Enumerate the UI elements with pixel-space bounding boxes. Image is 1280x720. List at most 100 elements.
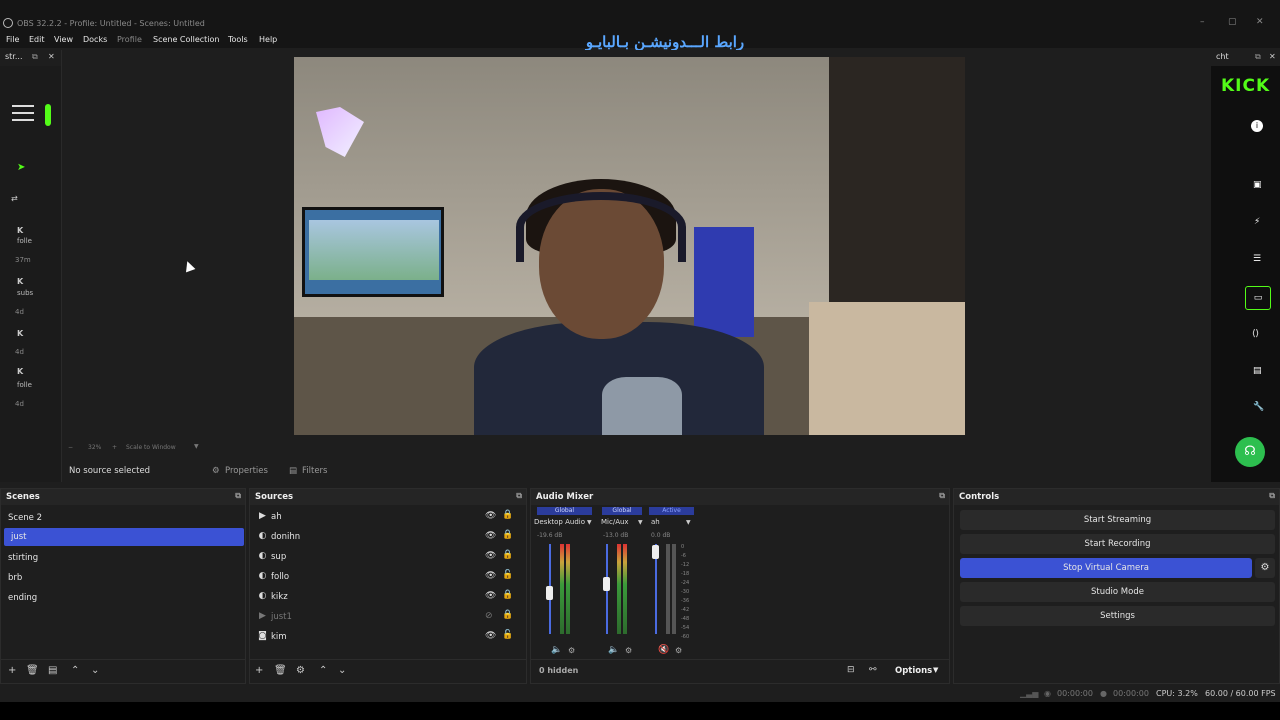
zoom-out-icon[interactable]: − — [68, 444, 73, 451]
list-icon[interactable]: ☰ — [1253, 254, 1261, 264]
options-button[interactable]: Options — [895, 666, 932, 676]
chevron-down-icon[interactable]: ▼ — [638, 519, 643, 526]
scene-item[interactable]: brb — [1, 569, 245, 587]
printer-icon[interactable]: ▤ — [1253, 366, 1262, 376]
menu-edit[interactable]: Edit — [29, 35, 45, 44]
eye-hidden-icon[interactable]: ⊘ — [485, 611, 493, 621]
volume-knob[interactable] — [652, 545, 659, 559]
menu-tools[interactable]: Tools — [228, 35, 248, 44]
scene-item[interactable]: Scene 2 — [1, 509, 245, 527]
gear-icon[interactable]: ⚙ — [296, 665, 305, 676]
scene-item-selected[interactable]: just — [4, 528, 244, 546]
speaker-muted-icon[interactable]: 🔇 — [658, 645, 669, 655]
mod-view-icon[interactable]: ▣ — [1253, 180, 1262, 190]
code-icon[interactable]: ⟨⟩ — [1252, 329, 1259, 339]
menu-view[interactable]: View — [54, 35, 73, 44]
start-recording-button[interactable]: Start Recording — [960, 534, 1275, 554]
float-icon[interactable]: ⧉ — [1255, 52, 1261, 62]
lock-icon[interactable]: 🔒 — [502, 610, 513, 620]
popout-icon[interactable]: ⧉ — [1269, 491, 1275, 501]
hamburger-menu-icon[interactable] — [12, 105, 34, 121]
audio-mixer-toolbar: 0 hidden ⊟ ⚯ Options ▼ — [531, 659, 949, 683]
chevron-down-icon[interactable]: ▼ — [194, 443, 199, 450]
close-dock-icon[interactable]: ✕ — [1269, 52, 1276, 61]
virtual-camera-settings-icon[interactable]: ⚙ — [1255, 558, 1275, 578]
filter-icon[interactable]: ▤ — [48, 665, 57, 676]
start-streaming-button[interactable]: Start Streaming — [960, 510, 1275, 530]
chevron-down-icon[interactable]: ▼ — [933, 666, 938, 674]
source-item[interactable]: ◐ follo 👁 🔓 — [250, 568, 520, 586]
scene-item[interactable]: ending — [1, 589, 245, 607]
speaker-icon[interactable]: 🔈 — [551, 645, 562, 655]
studio-mode-button[interactable]: Studio Mode — [960, 582, 1275, 602]
source-item[interactable]: ◐ kikz 👁 🔒 — [250, 588, 520, 606]
menu-file[interactable]: File — [6, 35, 19, 44]
trash-icon[interactable]: 🗑 — [26, 665, 39, 676]
level-meter — [560, 544, 564, 634]
menu-scene-collection[interactable]: Scene Collection — [153, 35, 220, 44]
lock-icon[interactable]: 🔒 — [502, 530, 513, 540]
chevron-down-icon[interactable]: ▼ — [686, 519, 691, 526]
user-link-icon[interactable]: ⇄ — [11, 194, 18, 203]
chat-icon[interactable]: ▭ — [1245, 286, 1271, 310]
source-item[interactable]: ◙ kim 👁 🔓 — [250, 628, 520, 646]
layout-icon[interactable]: ⊟ — [847, 665, 855, 675]
volume-knob[interactable] — [603, 577, 610, 591]
mixer-settings-icon[interactable]: ⚙ — [625, 646, 632, 655]
settings-button[interactable]: Settings — [960, 606, 1275, 626]
unlock-icon[interactable]: 🔓 — [502, 570, 513, 580]
float-icon[interactable]: ⧉ — [32, 52, 38, 62]
menu-profile[interactable]: Profile — [117, 35, 142, 44]
source-item[interactable]: ▶ ah 👁 🔒 — [250, 508, 520, 526]
minimize-icon[interactable]: – — [1200, 17, 1205, 27]
menu-help[interactable]: Help — [259, 35, 277, 44]
trash-icon[interactable]: 🗑 — [274, 665, 287, 676]
eye-icon[interactable]: 👁 — [485, 571, 496, 581]
menu-docks[interactable]: Docks — [83, 35, 107, 44]
mixer-settings-icon[interactable]: ⚙ — [568, 646, 575, 655]
eye-icon[interactable]: 👁 — [485, 531, 496, 541]
lock-icon[interactable]: 🔒 — [502, 510, 513, 520]
chevron-down-icon[interactable]: ▼ — [587, 519, 592, 526]
add-icon[interactable]: + — [8, 665, 16, 676]
eye-icon[interactable]: 👁 — [485, 511, 496, 521]
move-up-icon[interactable]: ⌃ — [319, 665, 327, 676]
send-icon[interactable]: ➤ — [17, 162, 25, 173]
support-icon[interactable]: ☊ — [1235, 437, 1265, 467]
source-item[interactable]: ◐ sup 👁 🔒 — [250, 548, 520, 566]
source-item[interactable]: ◐ donihn 👁 🔒 — [250, 528, 520, 546]
popout-icon[interactable]: ⧉ — [939, 491, 945, 501]
close-dock-icon[interactable]: ✕ — [48, 52, 55, 61]
speaker-icon[interactable]: 🔈 — [608, 645, 619, 655]
properties-button[interactable]: Properties — [225, 466, 268, 476]
channel-name: ah — [651, 518, 660, 526]
lock-icon[interactable]: 🔒 — [502, 590, 513, 600]
event-time: 37m — [15, 256, 31, 264]
lock-icon[interactable]: 🔒 — [502, 550, 513, 560]
scene-item[interactable]: stirting — [1, 549, 245, 567]
move-down-icon[interactable]: ⌄ — [338, 665, 346, 676]
popout-icon[interactable]: ⧉ — [516, 491, 522, 501]
eye-icon[interactable]: 👁 — [485, 551, 496, 561]
move-up-icon[interactable]: ⌃ — [71, 665, 79, 676]
scale-mode[interactable]: Scale to Window — [126, 444, 176, 451]
stop-virtual-camera-button[interactable]: Stop Virtual Camera — [960, 558, 1252, 578]
eye-icon[interactable]: 👁 — [485, 591, 496, 601]
lightning-icon[interactable]: ⚡ — [1254, 217, 1260, 227]
mixer-settings-icon[interactable]: ⚙ — [675, 646, 682, 655]
popout-icon[interactable]: ⧉ — [235, 491, 241, 501]
add-icon[interactable]: + — [255, 665, 263, 676]
link-icon[interactable]: ⚯ — [869, 665, 877, 675]
eye-icon[interactable]: 👁 — [485, 631, 496, 641]
zoom-in-icon[interactable]: + — [112, 444, 117, 451]
webcam-preview[interactable] — [294, 57, 965, 435]
volume-knob[interactable] — [546, 586, 553, 600]
move-down-icon[interactable]: ⌄ — [91, 665, 99, 676]
source-item[interactable]: ▶ just1 ⊘ 🔒 — [250, 608, 520, 626]
info-icon[interactable]: i — [1251, 120, 1263, 132]
maximize-icon[interactable]: ▢ — [1228, 17, 1237, 27]
close-window-icon[interactable]: ✕ — [1256, 17, 1264, 27]
unlock-icon[interactable]: 🔓 — [502, 630, 513, 640]
filters-button[interactable]: Filters — [302, 466, 327, 476]
wrench-icon[interactable]: 🔧 — [1253, 402, 1264, 412]
